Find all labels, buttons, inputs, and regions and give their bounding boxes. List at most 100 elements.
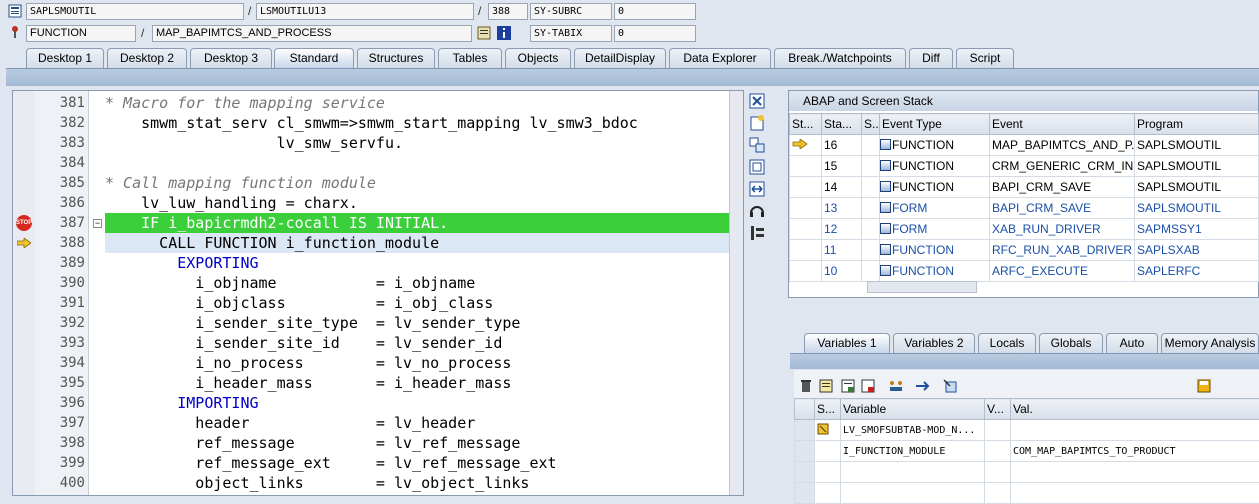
save-icon[interactable] [1196, 378, 1212, 394]
swap-tool-icon[interactable] [748, 136, 766, 154]
code-line[interactable]: i_header_mass = i_header_mass [105, 373, 729, 393]
empty-cell[interactable] [841, 483, 985, 504]
stack-row[interactable]: 16FUNCTIONMAP_BAPIMTCS_AND_P...SAPLSMOUT… [790, 135, 1259, 156]
fold-toggle-icon[interactable]: − [93, 219, 102, 228]
stack-event[interactable]: XAB_RUN_DRIVER [990, 219, 1135, 240]
code-line[interactable]: IMPORTING [105, 393, 729, 413]
services-icon[interactable] [748, 224, 766, 242]
row-selector[interactable] [795, 462, 815, 483]
col-var-s[interactable]: S... [815, 399, 841, 420]
tab-break-watchpoints[interactable]: Break./Watchpoints [774, 48, 906, 68]
include-field[interactable]: LSMOUTILU13 [256, 3, 474, 20]
editor-vertical-scrollbar[interactable] [729, 91, 743, 495]
type-field[interactable]: FUNCTION [26, 25, 136, 42]
code-line[interactable]: header = lv_header [105, 413, 729, 433]
new-tool-icon[interactable] [748, 114, 766, 132]
list-delete-icon[interactable] [860, 378, 876, 394]
breakpoint-stop-icon[interactable]: STOP [16, 215, 32, 231]
code-line[interactable]: i_objname = i_objname [105, 273, 729, 293]
code-line[interactable]: IF i_bapicrmdh2-cocall IS INITIAL. [105, 213, 729, 233]
stack-event[interactable]: MAP_BAPIMTCS_AND_P... [990, 135, 1135, 156]
code-line[interactable]: object_links = lv_object_links [105, 473, 729, 493]
col-var-v[interactable]: V... [985, 399, 1011, 420]
row-selector[interactable] [795, 441, 815, 462]
stack-row[interactable]: 15FUNCTIONCRM_GENERIC_CRM_INSAPLSMOUTIL [790, 156, 1259, 177]
transfer-icon[interactable] [914, 378, 930, 394]
row-selector[interactable] [795, 420, 815, 441]
list-edit-icon[interactable] [840, 378, 856, 394]
stack-row[interactable]: 13FORMBAPI_CRM_SAVESAPLSMOUTIL [790, 198, 1259, 219]
group-icon[interactable] [888, 378, 904, 394]
code-line[interactable]: EXPORTING [105, 253, 729, 273]
empty-cell[interactable] [815, 483, 841, 504]
empty-cell[interactable] [985, 462, 1011, 483]
info-icon[interactable] [497, 26, 511, 40]
variable-row-empty[interactable] [795, 462, 1259, 483]
source-code-editor[interactable]: 381* Macro for the mapping service382 sm… [12, 90, 744, 496]
stack-row[interactable]: 10FUNCTIONARFC_EXECUTESAPLERFC [790, 261, 1259, 282]
tab-variables-1[interactable]: Variables 1 [804, 333, 890, 353]
line-field[interactable]: 388 [488, 3, 528, 20]
col-st[interactable]: St... [790, 114, 822, 135]
code-line[interactable]: ref_message = lv_ref_message [105, 433, 729, 453]
stack-event[interactable]: BAPI_CRM_SAVE [990, 177, 1135, 198]
display-source-icon[interactable] [477, 26, 491, 40]
empty-cell[interactable] [841, 462, 985, 483]
headset-icon[interactable] [748, 202, 766, 220]
stack-program[interactable]: SAPLSMOUTIL [1135, 198, 1259, 219]
col-event[interactable]: Event [990, 114, 1135, 135]
empty-cell[interactable] [1011, 483, 1259, 504]
sy-tabix-value[interactable]: 0 [614, 25, 696, 42]
code-line[interactable]: * Call mapping function module [105, 173, 729, 193]
tab-locals[interactable]: Locals [978, 333, 1036, 353]
stack-event[interactable]: ARFC_EXECUTE [990, 261, 1135, 282]
code-line[interactable]: ref_message_ext = lv_ref_message_ext [105, 453, 729, 473]
tab-desktop-3[interactable]: Desktop 3 [190, 48, 272, 68]
breakpoint-gutter[interactable] [13, 91, 35, 495]
stack-event[interactable]: RFC_RUN_XAB_DRIVER [990, 240, 1135, 261]
variable-row-empty[interactable] [795, 483, 1259, 504]
col-level[interactable]: Sta... [822, 114, 862, 135]
tab-data-explorer[interactable]: Data Explorer [669, 48, 771, 68]
program-field[interactable]: SAPLSMOUTIL [26, 3, 244, 20]
close-icon[interactable] [748, 92, 766, 110]
tab-desktop-1[interactable]: Desktop 1 [26, 48, 104, 68]
tab-desktop-2[interactable]: Desktop 2 [107, 48, 187, 68]
stack-program[interactable]: SAPLSMOUTIL [1135, 135, 1259, 156]
pointer-icon[interactable] [942, 378, 958, 394]
tab-tables[interactable]: Tables [438, 48, 502, 68]
tab-standard[interactable]: Standard [274, 48, 354, 68]
event-name-field[interactable]: MAP_BAPIMTCS_AND_PROCESS [152, 25, 472, 42]
tab-memory-analysis[interactable]: Memory Analysis [1161, 333, 1259, 353]
delete-icon[interactable] [798, 378, 814, 394]
variable-row[interactable]: LV_SMOFSUBTAB-MOD_N... [795, 420, 1259, 441]
tab-structures[interactable]: Structures [357, 48, 435, 68]
empty-cell[interactable] [815, 462, 841, 483]
stack-event[interactable]: CRM_GENERIC_CRM_IN [990, 156, 1135, 177]
stack-program[interactable]: SAPMSSY1 [1135, 219, 1259, 240]
code-line[interactable]: lv_smw_servfu. [105, 133, 729, 153]
row-selector[interactable] [795, 483, 815, 504]
variable-name[interactable]: I_FUNCTION_MODULE [841, 441, 985, 462]
code-line[interactable]: CALL FUNCTION i_function_module [105, 233, 729, 253]
variable-value[interactable] [1011, 420, 1259, 441]
stack-program[interactable]: SAPLSMOUTIL [1135, 156, 1259, 177]
variable-name[interactable]: LV_SMOFSUBTAB-MOD_N... [841, 420, 985, 441]
code-line[interactable]: i_no_process = lv_no_process [105, 353, 729, 373]
col-variable[interactable]: Variable [841, 399, 985, 420]
variable-row[interactable]: I_FUNCTION_MODULECOM_MAP_BAPIMTCS_TO_PRO… [795, 441, 1259, 462]
tab-detaildisplay[interactable]: DetailDisplay [574, 48, 666, 68]
empty-cell[interactable] [985, 483, 1011, 504]
col-program[interactable]: Program [1135, 114, 1259, 135]
col-value[interactable]: Val. [1011, 399, 1259, 420]
stack-event[interactable]: BAPI_CRM_SAVE [990, 198, 1135, 219]
sy-subrc-value[interactable]: 0 [614, 3, 696, 20]
tab-script[interactable]: Script [956, 48, 1014, 68]
resize-icon[interactable] [748, 180, 766, 198]
tab-variables-2[interactable]: Variables 2 [893, 333, 975, 353]
col-event-type[interactable]: Event Type [880, 114, 990, 135]
tab-diff[interactable]: Diff [909, 48, 953, 68]
stack-row[interactable]: 12FORMXAB_RUN_DRIVERSAPMSSY1 [790, 219, 1259, 240]
list-icon[interactable] [818, 378, 834, 394]
stack-program[interactable]: SAPLSXAB [1135, 240, 1259, 261]
